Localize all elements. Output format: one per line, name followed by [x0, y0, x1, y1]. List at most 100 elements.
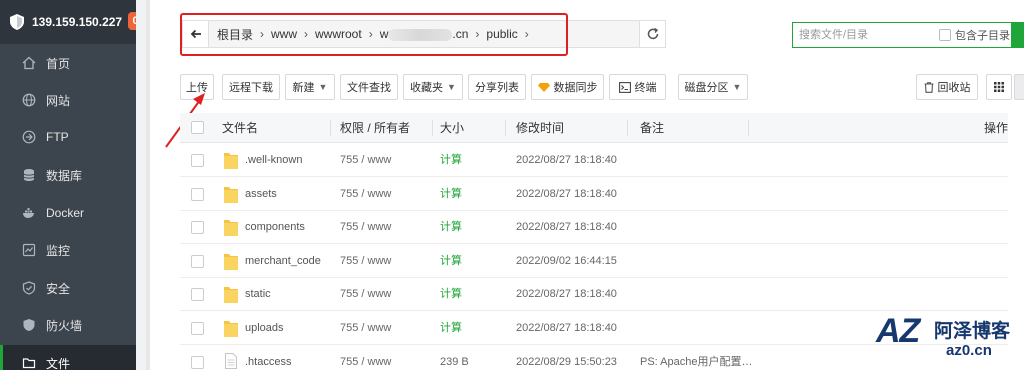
disk-partition-dropdown-button[interactable]: 磁盘分区 ▼ [678, 74, 748, 100]
firewall-icon [22, 318, 36, 332]
file-name[interactable]: .htaccess [245, 345, 291, 370]
file-size[interactable]: 计算 [440, 244, 462, 278]
watermark-logo: AZ 阿泽博客 az0.cn [868, 308, 1024, 370]
server-header[interactable]: 139.159.150.227 0 [0, 0, 143, 44]
crumb-domain-prefix: w [379, 27, 389, 41]
search-input[interactable] [793, 23, 933, 47]
file-size[interactable]: 计算 [440, 143, 462, 177]
path-bar: 根目录 › www › wwwroot › w .cn › public › [182, 20, 666, 48]
header-name[interactable]: 文件名 [222, 113, 258, 143]
scrollbar[interactable] [146, 0, 150, 370]
sidebar-item-database[interactable]: 数据库 [0, 157, 136, 193]
terminal-button[interactable]: 终端 [609, 74, 666, 100]
sidebar-item-docker[interactable]: Docker [0, 195, 136, 231]
watermark-url: az0.cn [946, 342, 992, 359]
chevron-right-icon: › [304, 27, 309, 41]
file-permission[interactable]: 755 / www [340, 311, 391, 345]
table-row[interactable]: merchant_code 755 / www 计算 2022/09/02 16:44… [180, 244, 1008, 278]
file-size[interactable]: 计算 [440, 177, 462, 211]
trash-icon [924, 81, 934, 93]
table-header: 文件名 权限 / 所有者 大小 修改时间 备注 操作 [180, 113, 1008, 143]
select-all-checkbox[interactable] [191, 121, 204, 134]
crumb-wwwroot[interactable]: wwwroot [315, 27, 362, 41]
list-view-button[interactable] [1014, 74, 1024, 100]
chevron-down-icon: ▼ [732, 82, 742, 92]
refresh-button[interactable] [639, 21, 665, 47]
file-mtime: 2022/08/27 18:18:40 [516, 154, 617, 166]
search-button[interactable] [1011, 22, 1023, 48]
table-row[interactable]: assets 755 / www 计算 2022/08/27 18:18:40 [180, 177, 1008, 211]
include-subdir-label: 包含子目录 [955, 30, 1010, 42]
header-perm[interactable]: 权限 / 所有者 [340, 113, 410, 143]
file-search-label: 文件查找 [347, 82, 391, 94]
sidebar-item-files[interactable]: 文件 [0, 345, 136, 370]
sidebar-item-ftp[interactable]: FTP [0, 119, 136, 155]
crumb-domain-suffix: .cn [452, 27, 469, 41]
sidebar-item-security[interactable]: 安全 [0, 270, 136, 306]
server-ip: 139.159.150.227 [32, 15, 123, 29]
file-permission[interactable]: 755 / www [340, 277, 391, 311]
header-note: 备注 [640, 121, 665, 135]
remote-download-button[interactable]: 远程下载 [222, 74, 280, 100]
table-row[interactable]: components 755 / www 计算 2022/08/27 18:18:40 [180, 210, 1008, 245]
share-list-button[interactable]: 分享列表 [468, 74, 526, 100]
sidebar-item-label: 首页 [46, 56, 71, 71]
shield-logo-icon [10, 14, 24, 30]
table-row[interactable]: static 755 / www 计算 2022/08/27 18:18:40 [180, 277, 1008, 312]
row-checkbox[interactable] [191, 254, 204, 268]
file-permission[interactable]: 755 / www [340, 177, 391, 211]
data-sync-label: 数据同步 [553, 82, 598, 94]
row-checkbox[interactable] [191, 322, 204, 335]
row-checkbox[interactable] [191, 355, 204, 369]
file-mtime: 2022/09/02 16:44:15 [516, 254, 617, 267]
sidebar-item-home[interactable]: 首页 [0, 45, 136, 81]
blurred-region [388, 28, 453, 41]
crumb-domain[interactable]: w .cn [380, 27, 469, 41]
file-permission[interactable]: 755 / www [340, 210, 391, 244]
new-dropdown-button[interactable]: 新建 ▼ [285, 74, 335, 100]
row-checkbox[interactable] [191, 187, 204, 201]
search-box: 包含子目录 [792, 22, 1024, 48]
file-search-button[interactable]: 文件查找 [340, 74, 398, 100]
header-size[interactable]: 大小 [440, 113, 464, 143]
sidebar-item-firewall[interactable]: 防火墙 [0, 307, 136, 343]
file-permission[interactable]: 755 / www [340, 244, 391, 278]
row-checkbox[interactable] [191, 154, 204, 167]
data-sync-button[interactable]: 数据同步 [531, 74, 604, 100]
back-button[interactable] [183, 21, 209, 47]
checkbox-icon[interactable] [939, 29, 951, 41]
upload-button[interactable]: 上传 [180, 74, 214, 100]
grid-view-button[interactable] [986, 74, 1012, 100]
row-checkbox[interactable] [191, 221, 204, 235]
file-icon [225, 352, 237, 369]
file-size[interactable]: 计算 [440, 210, 462, 244]
recycle-bin-button[interactable]: 回收站 [916, 74, 978, 100]
file-permission[interactable]: 755 / www [340, 345, 391, 370]
file-name[interactable]: components [245, 210, 305, 244]
file-name[interactable]: assets [245, 177, 277, 211]
include-subdir-toggle[interactable]: 包含子目录 [939, 27, 1010, 43]
file-size[interactable]: 计算 [440, 277, 462, 311]
file-size[interactable]: 计算 [440, 311, 462, 345]
favorites-dropdown-button[interactable]: 收藏夹 ▼ [403, 74, 463, 100]
crumb-public[interactable]: public [486, 27, 517, 41]
sidebar-item-label: 数据库 [46, 168, 83, 183]
crumb-root[interactable]: 根目录 [217, 26, 253, 43]
crumb-www[interactable]: www [271, 27, 297, 41]
file-name[interactable]: static [245, 277, 271, 311]
file-name[interactable]: uploads [245, 311, 284, 345]
watermark-az: AZ [876, 312, 920, 350]
sidebar-item-website[interactable]: 网站 [0, 82, 136, 118]
refresh-icon [647, 27, 658, 40]
header-mtime[interactable]: 修改时间 [516, 113, 564, 143]
chevron-down-icon: ▼ [447, 82, 456, 92]
file-name[interactable]: .well-known [245, 143, 302, 177]
file-name[interactable]: merchant_code [245, 244, 321, 278]
diamond-icon [537, 82, 550, 92]
file-note[interactable]: PS: Apache用户配置… [640, 345, 753, 370]
file-permission[interactable]: 755 / www [340, 143, 391, 177]
sidebar-item-label: 防火墙 [46, 318, 83, 333]
sidebar-item-monitor[interactable]: 监控 [0, 232, 136, 268]
table-row[interactable]: .well-known 755 / www 计算 2022/08/27 18:18:4… [180, 143, 1008, 177]
row-checkbox[interactable] [191, 288, 204, 302]
